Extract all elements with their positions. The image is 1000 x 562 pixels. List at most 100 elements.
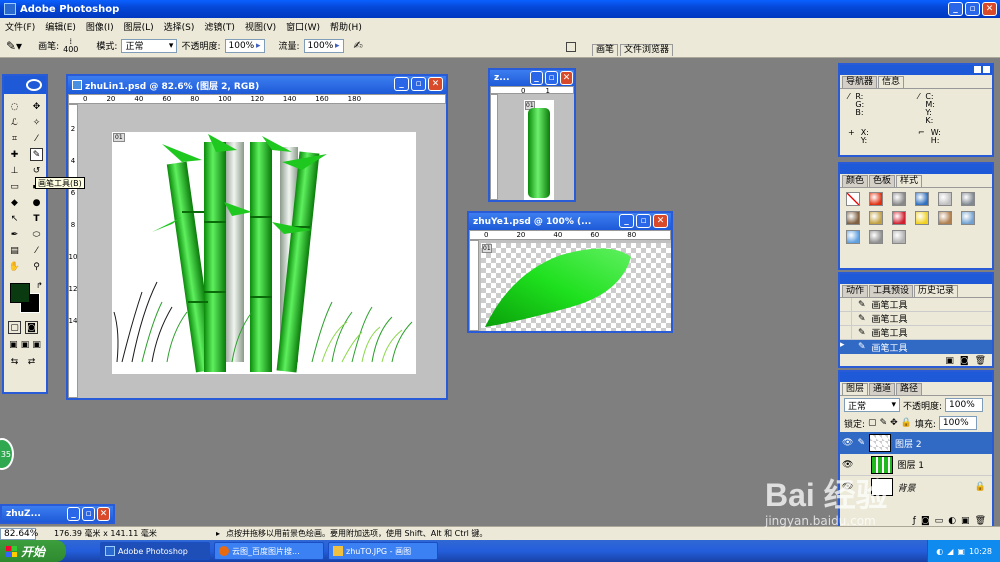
trash-icon[interactable]: 🗑 — [975, 356, 986, 366]
marquee-tool-icon[interactable]: ◌ — [8, 100, 21, 113]
document-window-leaf[interactable]: zhuYe1.psd @ 100% (... _ ▫ ✕ 0 20 40 60 … — [467, 211, 673, 333]
eye-icon[interactable]: 👁 — [842, 438, 853, 448]
blur-tool-icon[interactable]: ◆ — [8, 196, 21, 209]
doc-restore-button[interactable]: ▫ — [411, 77, 426, 91]
snapshot-icon[interactable]: ◙ — [960, 356, 969, 366]
network-icon[interactable]: ▣ — [957, 547, 965, 556]
tab-tool-presets[interactable]: 工具预设 — [869, 285, 914, 297]
eyedropper-icon[interactable]: ⁄ — [30, 244, 43, 257]
doc-small-titlebar[interactable]: z... _ ▫ ✕ — [490, 70, 574, 86]
list-item[interactable]: ✎ 画笔工具 — [840, 325, 992, 340]
hand-tool-icon[interactable]: ✋ — [8, 260, 21, 273]
tab-swatches[interactable]: 色板 — [869, 175, 896, 187]
doc-minimize-button[interactable]: _ — [67, 507, 80, 521]
lock-position-icon[interactable]: ✥ — [890, 418, 898, 428]
style-swatch[interactable] — [892, 192, 906, 206]
list-item[interactable]: ✎ 画笔工具 — [840, 311, 992, 326]
notes-tool-icon[interactable]: ▤ — [8, 244, 21, 257]
document-window-main[interactable]: zhuLin1.psd @ 82.6% (图层 2, RGB) _ ▫ ✕ 0 … — [66, 74, 448, 400]
fill-input[interactable]: 100% — [938, 416, 977, 430]
taskbar-item-paint[interactable]: zhuTO.JPG - 画图 — [328, 542, 438, 560]
flow-input[interactable]: 100% ▸ — [303, 38, 344, 53]
screen-mode-1-icon[interactable]: ▣ — [8, 338, 19, 351]
tab-channels[interactable]: 通道 — [869, 383, 896, 395]
menu-edit[interactable]: 编辑(E) — [40, 20, 81, 33]
history-brush-icon[interactable]: ↺ — [30, 164, 43, 177]
menu-help[interactable]: 帮助(H) — [325, 20, 367, 33]
canvas-main[interactable]: 01 — [112, 132, 416, 374]
doc-restore-button[interactable]: ▫ — [545, 71, 558, 85]
type-tool-icon[interactable]: T — [30, 212, 43, 225]
brush-tool-icon[interactable]: ✎ — [30, 148, 43, 161]
list-item[interactable]: ✎ 画笔工具 — [840, 297, 992, 312]
well-tab-brushes[interactable]: 画笔 — [592, 44, 619, 56]
screen-mode-3-icon[interactable]: ▣ — [31, 338, 42, 351]
layer-style-icon[interactable]: ƒ — [913, 516, 916, 526]
document-window-minimized[interactable]: zhuZ... _ ▫ ✕ — [0, 504, 115, 524]
zoom-tool-icon[interactable]: ⚲ — [30, 260, 43, 273]
minimize-button[interactable]: _ — [948, 2, 963, 16]
tab-color[interactable]: 颜色 — [842, 175, 869, 187]
swap-colors-icon[interactable]: ↱ — [36, 281, 43, 290]
doc-restore-button[interactable]: ▫ — [636, 214, 651, 228]
imageready-icon[interactable]: ⇆ — [8, 355, 21, 368]
eye-icon[interactable]: 👁 — [842, 460, 853, 470]
menu-window[interactable]: 窗口(W) — [281, 20, 325, 33]
style-swatch[interactable] — [915, 192, 929, 206]
menu-select[interactable]: 选择(S) — [159, 20, 200, 33]
style-swatch[interactable] — [869, 230, 883, 244]
volume-icon[interactable]: ◢ — [947, 547, 953, 556]
layer-row[interactable]: 👁 ✎ 图层 2 — [840, 432, 992, 454]
palette-well-icon[interactable] — [566, 42, 576, 52]
brush-tool-icon[interactable]: ✎▾ — [6, 39, 22, 53]
side-badge[interactable]: 35 — [0, 438, 14, 470]
style-none-swatch[interactable] — [846, 192, 860, 206]
style-swatch[interactable] — [938, 192, 952, 206]
style-swatch[interactable] — [869, 192, 883, 206]
tab-info[interactable]: 信息 — [878, 76, 905, 88]
quick-mask-icon[interactable]: ◙ — [25, 321, 38, 334]
trash-icon[interactable]: 🗑 — [975, 516, 986, 526]
lock-all-icon[interactable]: 🔒 — [901, 418, 912, 428]
airbrush-icon[interactable]: ✍ — [354, 39, 363, 52]
shape-tool-icon[interactable]: ⬭ — [30, 228, 43, 241]
lock-image-icon[interactable]: ✎ — [880, 418, 888, 428]
eraser-tool-icon[interactable]: ▭ — [8, 180, 21, 193]
taskbar-item-browser[interactable]: 云图_百度图片搜... — [214, 542, 324, 560]
panel-minimize-icon[interactable] — [974, 66, 981, 73]
style-swatch[interactable] — [961, 192, 975, 206]
menu-filter[interactable]: 滤镜(T) — [199, 20, 240, 33]
mask-icon[interactable]: ◙ — [921, 516, 930, 526]
canvas-small[interactable]: 01 — [524, 100, 554, 200]
menu-layer[interactable]: 图层(L) — [119, 20, 159, 33]
menu-view[interactable]: 视图(V) — [240, 20, 281, 33]
lasso-tool-icon[interactable]: ℒ — [8, 116, 21, 129]
style-swatch[interactable] — [846, 230, 860, 244]
blend-mode-select[interactable]: 正常 ▾ — [844, 398, 900, 412]
taskbar-item-photoshop[interactable]: Adobe Photoshop — [100, 542, 210, 560]
opacity-input[interactable]: 100% ▸ — [224, 38, 265, 53]
brush-preset-picker[interactable]: ⁞ 400 — [63, 37, 78, 54]
style-swatch[interactable] — [961, 211, 975, 225]
imageready-jump-icon[interactable]: ⇄ — [25, 355, 38, 368]
pen-tool-icon[interactable]: ✒ — [8, 228, 21, 241]
zoom-field[interactable]: 82.64% — [0, 527, 38, 540]
path-select-icon[interactable]: ↖ — [8, 212, 21, 225]
doc-restore-button[interactable]: ▫ — [82, 507, 95, 521]
style-swatch[interactable] — [915, 211, 929, 225]
canvas-leaf[interactable]: 01 — [481, 243, 671, 331]
move-tool-icon[interactable]: ✥ — [30, 100, 43, 113]
style-swatch[interactable] — [892, 211, 906, 225]
restore-button[interactable]: ▫ — [965, 2, 980, 16]
layer-opacity-input[interactable]: 100% — [945, 398, 984, 412]
doc-close-button[interactable]: ✕ — [428, 77, 443, 91]
mode-select[interactable]: 正常 ▾ — [121, 38, 178, 53]
doc-close-button[interactable]: ✕ — [97, 507, 110, 521]
style-swatch[interactable] — [869, 211, 883, 225]
doc-close-button[interactable]: ✕ — [653, 214, 668, 228]
healing-tool-icon[interactable]: ✚ — [8, 148, 21, 161]
close-button[interactable]: ✕ — [982, 2, 997, 16]
standard-mode-icon[interactable]: ▢ — [8, 321, 21, 334]
new-document-icon[interactable]: ▣ — [945, 356, 954, 366]
lock-transparency-icon[interactable]: ▢ — [868, 418, 877, 428]
